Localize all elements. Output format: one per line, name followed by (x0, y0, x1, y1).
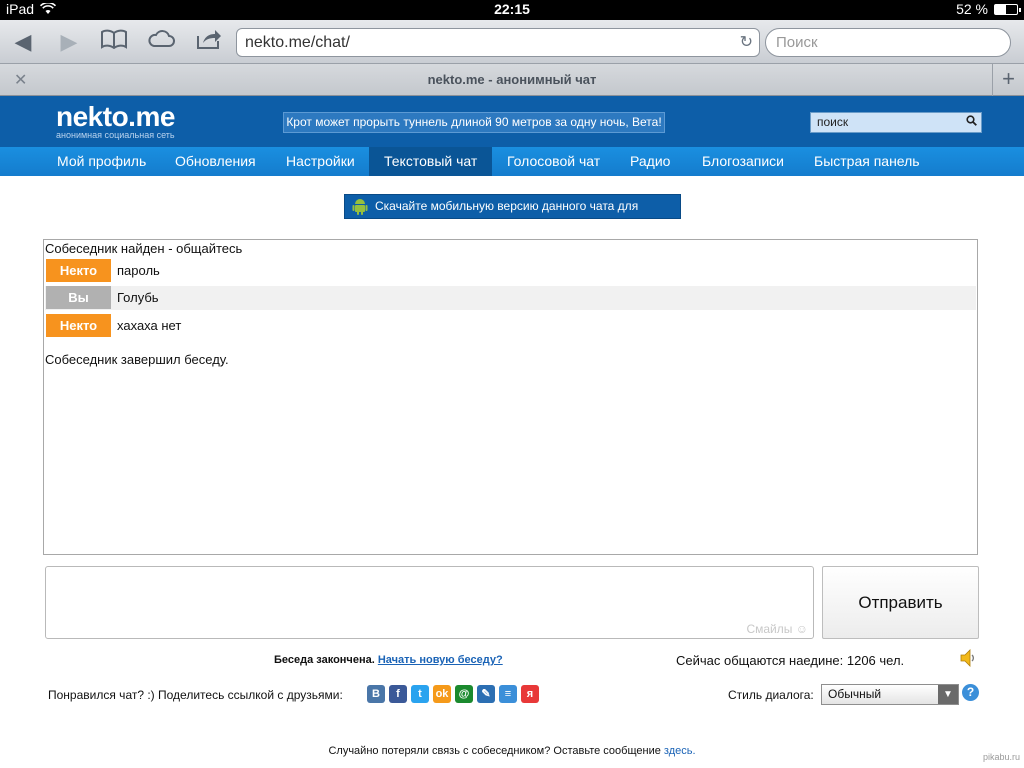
chevron-down-icon: ▼ (938, 685, 958, 704)
online-counter: Сейчас общаются наедине: 1206 чел. (676, 653, 905, 668)
smiles-button[interactable]: Смайлы ☺ (746, 622, 808, 636)
nav-my-profile[interactable]: Мой профиль (42, 147, 161, 176)
yaru-icon[interactable]: я (521, 685, 539, 703)
logo-tagline: анонимная социальная сеть (56, 130, 175, 140)
sender-badge-you: Вы (46, 286, 111, 309)
chat-message: Некто пароль (45, 259, 976, 283)
tab-strip: ✕ nekto.me - анонимный чат + (0, 64, 1024, 96)
smiles-label: Смайлы (746, 622, 793, 636)
leave-message-link[interactable]: здесь. (664, 745, 696, 757)
smiley-icon: ☺ (795, 622, 808, 636)
search-icon[interactable] (966, 113, 977, 132)
battery-icon (994, 3, 1021, 15)
dialog-style-select[interactable]: Обычный ▼ (821, 684, 959, 705)
conversation-status: Беседа закончена. Начать новую беседу? (274, 654, 503, 666)
nav-voice-chat[interactable]: Голосовой чат (492, 147, 615, 176)
pikabu-watermark: pikabu.ru (982, 752, 1020, 762)
browser-toolbar: ◀ ▶ nekto.me/chat/ ↻ Поиск (0, 20, 1024, 64)
ios-status-bar: iPad 22:15 52 % (0, 0, 1024, 20)
android-banner-text: Скачайте мобильную версию данного чата д… (375, 199, 639, 236)
message-text: пароль (117, 263, 160, 278)
share-prompt: Понравился чат? :) Поделитесь ссылкой с … (48, 688, 343, 702)
main-nav: Мой профиль Обновления Настройки Текстов… (0, 147, 1024, 176)
battery-percent: 52 % (956, 1, 988, 17)
dialog-style-value: Обычный (828, 687, 882, 701)
conversation-ended-message: Собеседник завершил беседу. (45, 352, 229, 367)
facebook-icon[interactable]: f (389, 685, 407, 703)
browser-search-field[interactable]: Поиск (765, 28, 1011, 57)
nav-radio[interactable]: Радио (615, 147, 685, 176)
odnoklassniki-icon[interactable]: ok (433, 685, 451, 703)
nav-quick-panel[interactable]: Быстрая панель (799, 147, 935, 176)
sender-badge-nekto: Некто (46, 259, 111, 282)
site-search-input[interactable]: поиск (810, 112, 982, 133)
address-bar[interactable]: nekto.me/chat/ ↻ (236, 28, 760, 57)
chat-message: Вы Голубь (45, 286, 976, 310)
chat-log[interactable]: Собеседник найден - общайтесь Некто паро… (43, 239, 978, 555)
android-download-banner[interactable]: Скачайте мобильную версию данного чата д… (344, 194, 681, 236)
liveinternet-icon[interactable]: ≡ (499, 685, 517, 703)
nav-blogs[interactable]: Блогозаписи (687, 147, 799, 176)
chat-message: Некто хахаха нет (45, 314, 976, 338)
sound-speaker-icon[interactable] (960, 649, 976, 667)
nav-updates[interactable]: Обновления (160, 147, 271, 176)
announcement-banner: Крот может прорыть туннель длиной 90 мет… (283, 112, 665, 133)
share-action-icon[interactable] (194, 28, 224, 56)
nav-settings[interactable]: Настройки (271, 147, 370, 176)
new-conversation-link[interactable]: Начать новую беседу? (378, 654, 503, 666)
back-arrow-icon[interactable]: ◀ (8, 28, 38, 56)
url-text: nekto.me/chat/ (245, 34, 350, 51)
help-question-icon[interactable]: ? (962, 684, 979, 701)
send-button[interactable]: Отправить (822, 566, 979, 639)
message-text: хахаха нет (117, 318, 182, 333)
nav-text-chat[interactable]: Текстовый чат (369, 147, 493, 176)
logo-text: nekto.me (56, 101, 175, 132)
forward-arrow-icon[interactable]: ▶ (54, 28, 84, 56)
twitter-icon[interactable]: t (411, 685, 429, 703)
site-search-value: поиск (817, 115, 849, 129)
mailru-icon[interactable]: @ (455, 685, 473, 703)
livejournal-icon[interactable]: ✎ (477, 685, 495, 703)
bookmarks-book-icon[interactable] (99, 28, 129, 56)
sender-badge-nekto: Некто (46, 314, 111, 337)
dialog-style-label: Стиль диалога: (728, 688, 814, 702)
message-input[interactable]: Смайлы ☺ (45, 566, 814, 639)
icloud-icon[interactable] (146, 28, 176, 56)
tab-title[interactable]: nekto.me - анонимный чат (0, 72, 1024, 87)
share-icons: Bf t ok @ ✎ ≡ я (367, 685, 539, 703)
lost-connection-note: Случайно потеряли связь с собеседником? … (0, 745, 1024, 757)
partner-found-message: Собеседник найден - общайтесь (45, 241, 243, 256)
message-text: Голубь (117, 290, 159, 305)
conversation-ended-label: Беседа закончена. (274, 654, 375, 666)
lost-connection-text: Случайно потеряли связь с собеседником? … (328, 745, 661, 757)
vk-icon[interactable]: B (367, 685, 385, 703)
site-header: nekto.me анонимная социальная сеть Крот … (0, 96, 1024, 147)
android-icon (352, 199, 368, 215)
site-logo[interactable]: nekto.me анонимная социальная сеть (56, 101, 175, 141)
clock: 22:15 (494, 1, 530, 17)
new-tab-plus-icon[interactable]: + (992, 64, 1024, 96)
reload-icon[interactable]: ↻ (740, 29, 753, 56)
